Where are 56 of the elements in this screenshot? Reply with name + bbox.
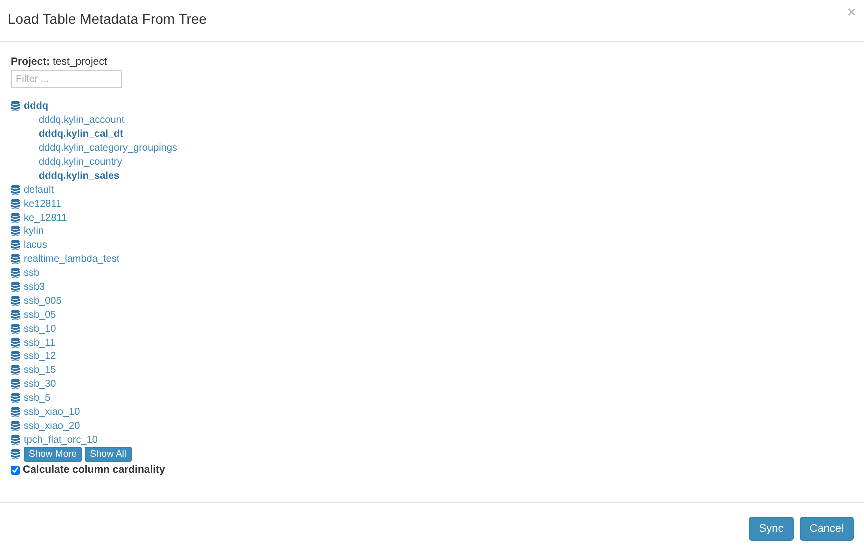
database-item[interactable]: ke12811 bbox=[24, 198, 62, 210]
database-icon bbox=[11, 226, 20, 238]
database-item[interactable]: tpch_flat_orc_10 bbox=[24, 434, 98, 446]
database-item[interactable]: default bbox=[24, 184, 54, 196]
database-icon bbox=[11, 240, 20, 252]
database-item[interactable]: ssb_005 bbox=[24, 296, 62, 307]
table-item[interactable]: dddq.kylin_account bbox=[39, 115, 125, 126]
table-item[interactable]: dddq.kylin_category_groupings bbox=[39, 143, 178, 154]
show-more-button[interactable]: Show More bbox=[24, 446, 82, 462]
filter-field[interactable]: Filter ... bbox=[11, 70, 122, 88]
database-icon bbox=[11, 212, 20, 224]
database-icon bbox=[11, 338, 20, 349]
database-item[interactable]: lacus bbox=[24, 240, 48, 252]
checkbox-label: Calculate column cardinality bbox=[23, 464, 166, 476]
database-icon bbox=[11, 101, 20, 112]
database-item[interactable]: ssb_30 bbox=[24, 379, 56, 390]
database-icon bbox=[11, 296, 20, 307]
database-item[interactable]: ssb_15 bbox=[24, 365, 56, 376]
database-icon bbox=[11, 310, 20, 321]
database-icon bbox=[11, 365, 20, 376]
database-icon bbox=[11, 420, 20, 432]
database-icon bbox=[11, 254, 20, 266]
database-item[interactable]: ssb_11 bbox=[24, 338, 56, 349]
dialog-button[interactable]: Sync bbox=[749, 516, 794, 540]
database-item[interactable]: ssb_5 bbox=[24, 393, 51, 404]
database-item[interactable]: ssb_xiao_20 bbox=[24, 420, 80, 432]
project-label: Project: bbox=[11, 56, 50, 68]
database-icon bbox=[11, 407, 20, 418]
database-item[interactable]: ssb_10 bbox=[24, 324, 56, 335]
database-icon bbox=[11, 393, 20, 404]
database-icon bbox=[11, 184, 20, 196]
database-icon bbox=[11, 324, 20, 335]
database-item[interactable]: kylin bbox=[24, 226, 44, 238]
database-item[interactable]: ssb_xiao_10 bbox=[24, 407, 80, 418]
database-icon bbox=[11, 434, 20, 446]
cardinality-checkbox[interactable] bbox=[11, 466, 20, 475]
database-icon bbox=[11, 198, 20, 210]
project-name: test_project bbox=[53, 56, 108, 68]
database-icon bbox=[11, 448, 20, 460]
database-icon bbox=[11, 282, 20, 294]
database-item[interactable]: ssb_12 bbox=[24, 351, 56, 362]
show-more-button[interactable]: Show All bbox=[85, 446, 132, 462]
database-item[interactable]: ke_12811 bbox=[24, 212, 68, 224]
database-item[interactable]: ssb_05 bbox=[24, 310, 56, 321]
dialog-button[interactable]: Cancel bbox=[800, 516, 854, 540]
database-item[interactable]: dddq bbox=[24, 101, 48, 112]
database-item[interactable]: ssb3 bbox=[24, 282, 46, 294]
database-item[interactable]: ssb bbox=[24, 268, 40, 280]
table-item[interactable]: dddq.kylin_cal_dt bbox=[39, 129, 124, 140]
table-item[interactable]: dddq.kylin_country bbox=[39, 157, 122, 168]
database-icon bbox=[11, 379, 20, 390]
database-icon bbox=[11, 268, 20, 280]
database-icon bbox=[11, 351, 20, 362]
dialog-title: Load Table Metadata From Tree bbox=[8, 11, 207, 27]
database-item[interactable]: realtime_lambda_test bbox=[24, 254, 120, 266]
table-item[interactable]: dddq.kylin_sales bbox=[39, 170, 120, 182]
